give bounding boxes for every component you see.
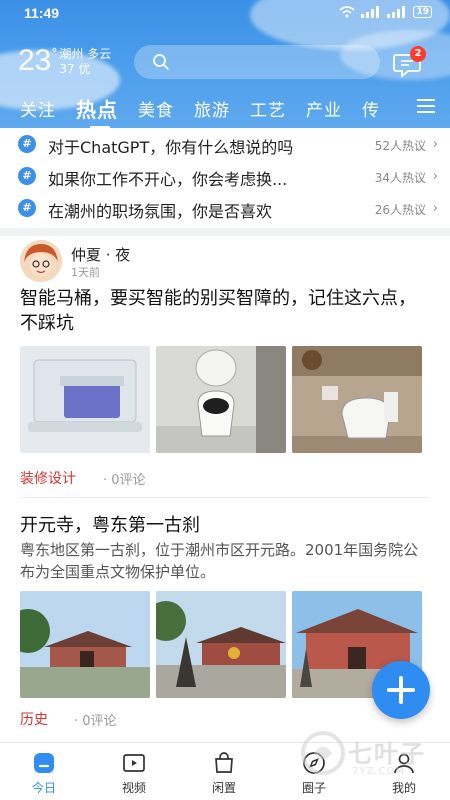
signal-icon-2 [387,6,406,18]
nav-label: 闲置 [211,781,236,795]
nav-today[interactable]: 今日 [14,751,74,796]
post-image[interactable] [20,346,150,453]
search-icon [153,54,169,70]
hot-topic-item[interactable]: # 对于ChatGPT，你有什么想说的吗 52人热议 › [0,128,450,160]
plus-icon [387,676,415,704]
temperature-unit: ° [51,46,58,60]
temperature: 23 [18,44,52,77]
weather-info: 潮州 多云 37 优 [59,47,111,77]
chevron-right-icon: › [432,169,438,184]
status-icons: 19 [339,6,432,18]
post-image[interactable] [292,346,422,453]
author-name[interactable]: 仲夏 · 夜 [71,244,130,265]
chevron-right-icon: › [432,137,438,152]
hot-topic-count: 26人热议 [374,203,426,217]
weather-widget[interactable]: 23 ° 潮州 多云 37 优 [18,44,111,78]
status-time: 11:49 [24,5,60,21]
wifi-icon [339,6,355,18]
comment-count[interactable]: · 0评论 [74,710,117,729]
air-quality: 37 优 [59,62,91,76]
temple-courtyard-image [156,591,286,698]
hot-topic-title: 对于ChatGPT，你有什么想说的吗 [48,138,294,157]
battery-level: 19 [416,7,429,17]
avatar[interactable] [20,240,62,282]
post-image[interactable] [20,591,150,698]
hot-topic-title: 在潮州的职场氛围，你是否喜欢 [48,202,273,221]
tab-food[interactable]: 美食 [138,96,174,121]
weather-city: 潮州 [59,47,84,61]
weather-condition: 多云 [87,47,112,61]
post-title[interactable]: 智能马桶，要买智能的别买智障的，记住这六点，不踩坑 [20,286,430,336]
section-divider [0,228,450,236]
bag-icon [215,752,233,773]
tab-hot[interactable]: 热点 [76,94,118,128]
nav-idle[interactable]: 闲置 [194,751,254,796]
chevron-right-icon: › [432,201,438,216]
home-icon [34,753,54,773]
divider [20,497,430,498]
nav-video[interactable]: 视频 [104,751,164,796]
search-input[interactable] [134,45,380,79]
temple-image [20,591,150,698]
create-post-button[interactable] [372,661,430,719]
hot-topic-count: 52人热议 [374,139,426,153]
bathroom-image [292,346,422,453]
watermark: 七叶子 7YZ.COM [300,712,450,800]
hot-topic-title: 如果你工作不开心，你会考虑换... [48,170,288,189]
post-tag[interactable]: 历史 [20,709,48,729]
avatar-image [20,240,62,282]
post-time: 1天前 [71,266,100,279]
hashtag-icon: # [18,135,36,153]
hot-topic-count: 34人热议 [374,171,426,185]
message-badge: 2 [410,46,426,62]
watermark-subtext: 7YZ.COM [352,766,405,777]
hot-topic-item[interactable]: # 在潮州的职场氛围，你是否喜欢 26人热议 › [0,192,450,224]
watermark-logo-icon [301,731,345,775]
post-description: 粤东地区第一古刹，位于潮州市区开元路。2001年国务院公布为全国重点文物保护单位… [20,541,419,581]
video-icon [123,754,145,772]
toilet-tank-image [20,346,150,453]
tab-craft[interactable]: 工艺 [250,96,286,121]
menu-icon[interactable] [416,98,436,114]
toilet-image [156,346,286,453]
watermark-text: 七叶子 [348,740,426,768]
header: 11:49 19 23 ° 潮州 多云 37 优 2 关注 热点 美食 旅游 工… [0,0,450,128]
hashtag-icon: # [18,167,36,185]
tab-follow[interactable]: 关注 [20,96,56,121]
comment-count[interactable]: · 0评论 [103,469,146,488]
post-image[interactable] [156,591,286,698]
weather-location: 潮州 多云 [59,47,111,62]
post-title[interactable]: 开元寺，粤东第一古刹 [20,511,200,537]
nav-label: 今日 [31,781,56,795]
hot-topic-item[interactable]: # 如果你工作不开心，你会考虑换... 34人热议 › [0,160,450,192]
tab-industry[interactable]: 产业 [306,96,342,121]
hot-topics: # 对于ChatGPT，你有什么想说的吗 52人热议 › # 如果你工作不开心，… [0,128,450,224]
hashtag-icon: # [18,199,36,217]
battery-icon: 19 [413,6,432,18]
status-bar: 11:49 19 [0,0,450,26]
post-tag[interactable]: 装修设计 [20,468,76,488]
nav-label: 视频 [121,781,146,795]
post-image[interactable] [156,346,286,453]
tab-travel[interactable]: 旅游 [194,96,230,121]
category-tabs: 关注 热点 美食 旅游 工艺 产业 传 [0,92,450,128]
signal-icon [361,6,380,18]
tab-heritage[interactable]: 传 [362,96,380,121]
